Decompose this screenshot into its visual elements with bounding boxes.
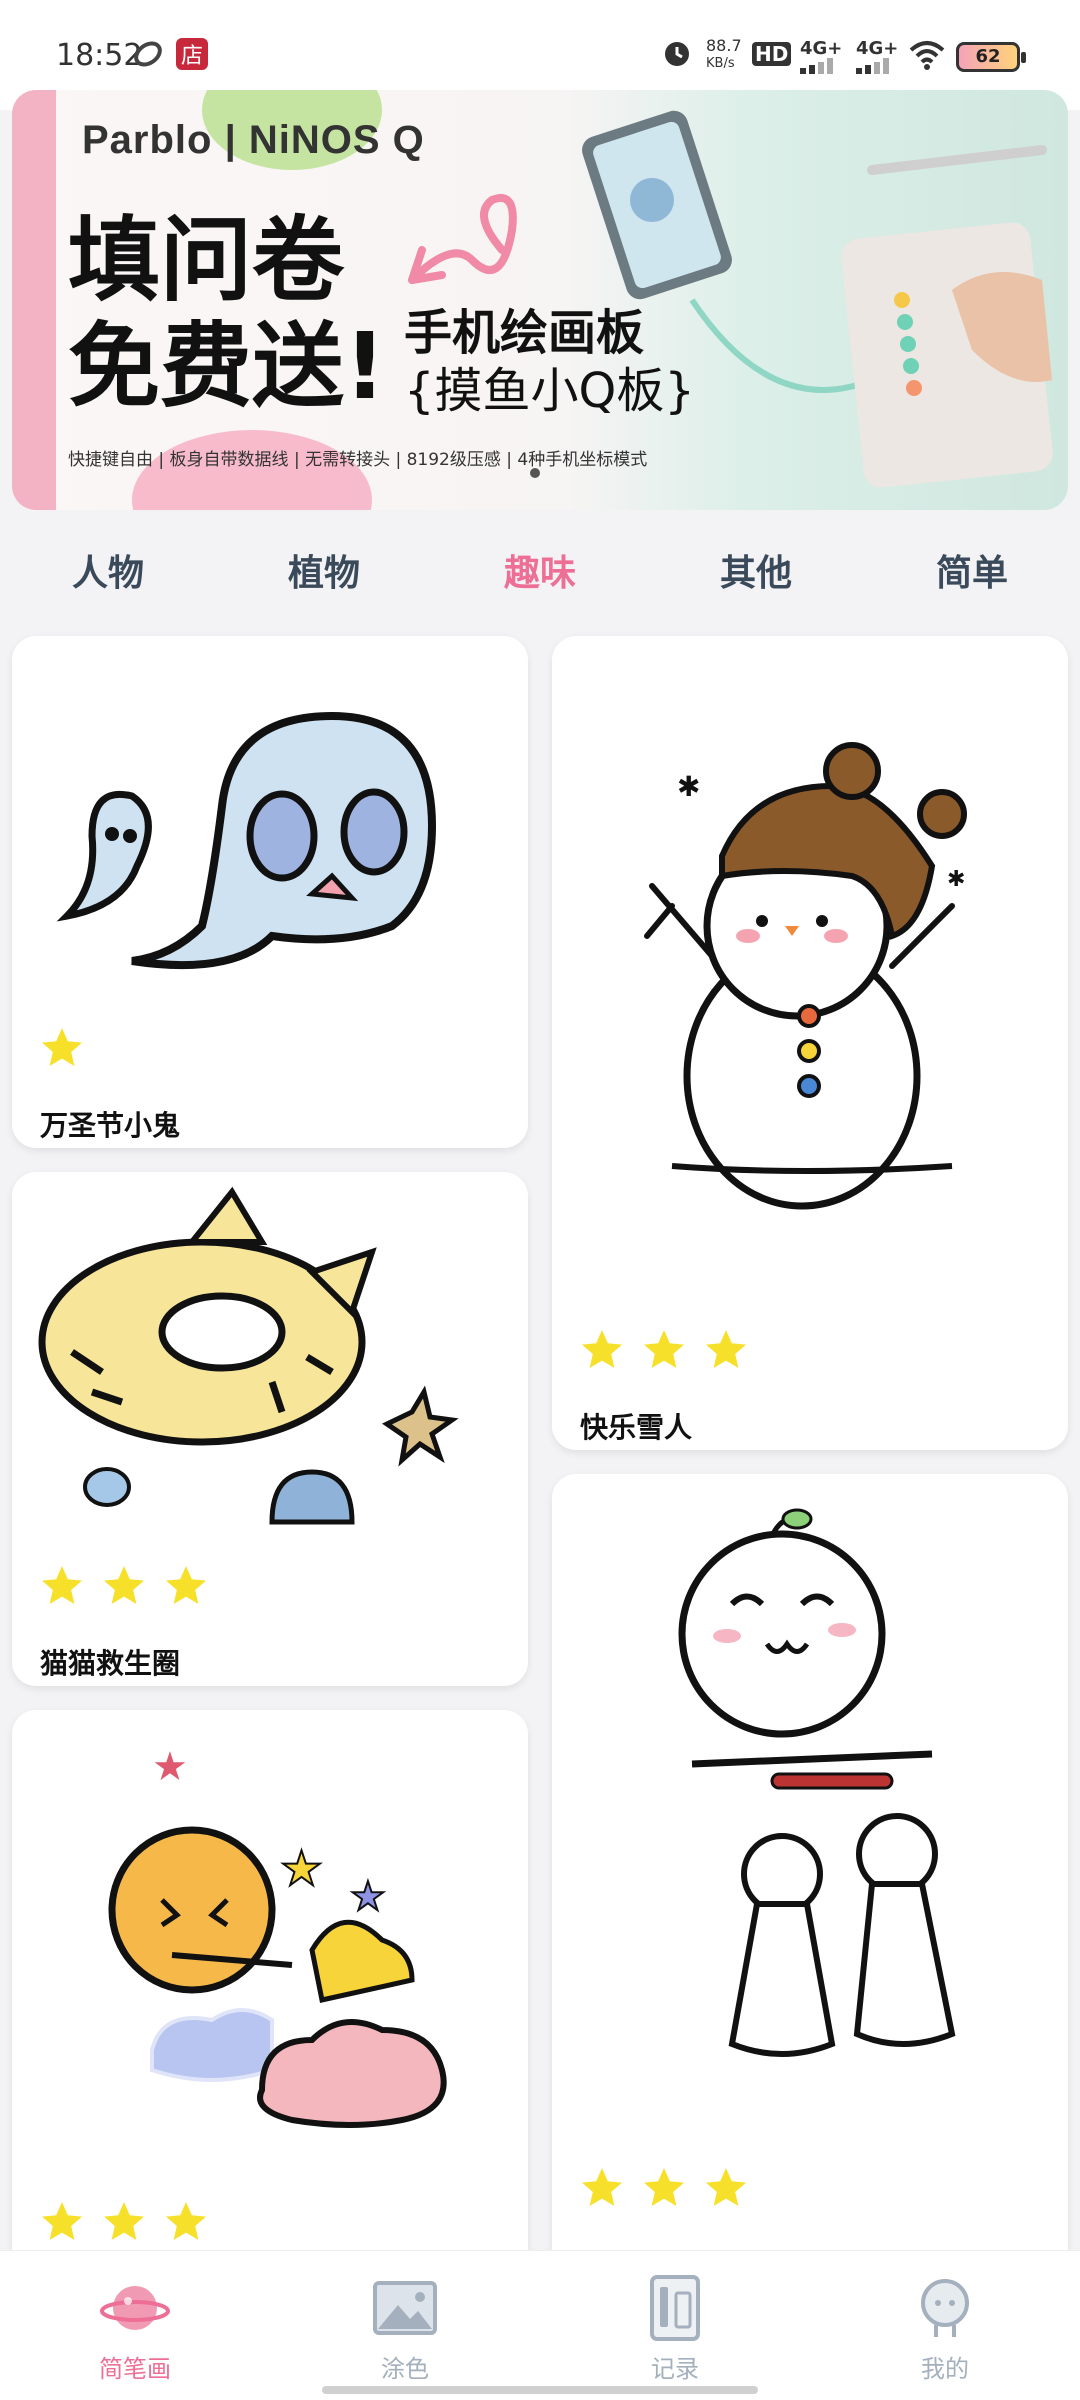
- svg-text:店: 店: [181, 44, 203, 69]
- nav-label: 我的: [921, 2355, 969, 2383]
- difficulty-stars: [38, 1562, 210, 1610]
- alarm-icon: [665, 42, 689, 66]
- wifi-icon: [909, 41, 945, 70]
- network-speed-unit: KB/s: [706, 56, 735, 71]
- card-title: 快乐雪人: [580, 1411, 693, 1444]
- banner-brand: Parblo | NiNOS Q: [82, 118, 425, 162]
- snowman-illustration: ✱ ✱: [644, 742, 967, 1210]
- banner-arrow-doodle: [408, 194, 517, 284]
- battery-indicator: 62: [956, 42, 1026, 72]
- star-icon: [582, 2168, 622, 2206]
- nav-label: 记录: [651, 2355, 699, 2383]
- star-icon: [42, 1566, 82, 1604]
- tab-other[interactable]: 其他: [700, 544, 812, 596]
- ghost-illustration: [56, 711, 437, 970]
- tab-simple[interactable]: 简单: [916, 544, 1028, 596]
- drawing-card-teru-bozu[interactable]: [552, 1474, 1068, 2274]
- star-icon: [644, 2168, 684, 2206]
- banner-headline: 填问卷 免费送!: [68, 208, 386, 420]
- promo-banner[interactable]: Parblo | NiNOS Q 填问卷 免费送! 手机绘画板 {摸鱼小Q板} …: [12, 90, 1068, 510]
- banner-features: 快捷键自由 | 板身自带数据线 | 无需转接头 | 8192级压感 | 4种手机…: [68, 450, 648, 470]
- nav-sketch[interactable]: 简笔画: [25, 2251, 245, 2400]
- leaf-notification-icon: [134, 41, 162, 67]
- nav-label: 涂色: [381, 2355, 429, 2383]
- tab-plants[interactable]: 植物: [268, 544, 380, 596]
- category-tabs: 人物 植物 趣味 其他 简单: [0, 530, 1080, 610]
- svg-text:✱: ✱: [947, 867, 965, 892]
- drawing-card-ghost[interactable]: 万圣节小鬼: [12, 636, 528, 1148]
- star-icon: [706, 1330, 746, 1368]
- difficulty-stars: [38, 2198, 210, 2246]
- nav-coloring[interactable]: 涂色: [295, 2251, 515, 2400]
- notebook-icon: [650, 2275, 700, 2341]
- drawing-card-sun-cloud[interactable]: ★ ★ ★: [12, 1710, 528, 2310]
- star-icon: [104, 1566, 144, 1604]
- profile-icon: [921, 2279, 969, 2337]
- teru-bozu-illustration: [678, 1508, 956, 2057]
- signal-2-label: 4G+: [856, 38, 899, 59]
- svg-text:✱: ✱: [677, 770, 700, 803]
- difficulty-stars: [578, 1326, 750, 1374]
- signal-bars-2-icon: [856, 58, 889, 74]
- card-title: 猫猫救生圈: [40, 1647, 181, 1680]
- cat-ring-illustration: [38, 1186, 459, 1525]
- star-icon: [42, 2202, 82, 2240]
- star-icon: [644, 1330, 684, 1368]
- svg-text:★: ★: [280, 1841, 323, 1897]
- star-icon: [582, 1330, 622, 1368]
- banner-pager-dot: [530, 468, 540, 478]
- svg-text:★: ★: [152, 1744, 188, 1790]
- star-icon: [42, 1028, 82, 1066]
- banner-headline-line1: 填问卷: [68, 207, 345, 314]
- bottom-navigation: 简笔画 涂色 记录 我的: [0, 2250, 1080, 2400]
- drawing-card-snowman[interactable]: ✱ ✱ 快乐雪人: [552, 636, 1068, 1450]
- tab-fun[interactable]: 趣味: [484, 544, 596, 596]
- store-notification-icon: 店: [176, 38, 208, 70]
- nav-label: 简笔画: [99, 2355, 171, 2383]
- nav-profile[interactable]: 我的: [835, 2251, 1055, 2400]
- star-icon: [104, 2202, 144, 2240]
- hd-badge: HD: [752, 42, 792, 66]
- star-icon: [166, 1566, 206, 1604]
- planet-icon: [100, 2286, 170, 2330]
- star-icon: [706, 2168, 746, 2206]
- difficulty-stars: [38, 1024, 86, 1072]
- star-icon: [166, 2202, 206, 2240]
- tab-people[interactable]: 人物: [52, 544, 164, 596]
- signal-bars-1-icon: [800, 58, 833, 74]
- drawing-card-cat-ring[interactable]: 猫猫救生圈: [12, 1172, 528, 1686]
- difficulty-stars: [578, 2164, 750, 2212]
- svg-text:★: ★: [350, 1874, 386, 1920]
- banner-headline-line2: 免费送!: [68, 313, 386, 420]
- sun-cloud-illustration: ★ ★ ★: [108, 1744, 447, 2128]
- banner-decoration: [12, 90, 56, 510]
- network-speed-value: 88.7: [706, 36, 742, 55]
- card-title: 万圣节小鬼: [40, 1109, 181, 1142]
- home-indicator[interactable]: [322, 2386, 758, 2394]
- signal-1-label: 4G+: [800, 38, 843, 59]
- banner-decoration: [132, 430, 372, 510]
- nav-records[interactable]: 记录: [565, 2251, 785, 2400]
- image-icon: [373, 2281, 437, 2335]
